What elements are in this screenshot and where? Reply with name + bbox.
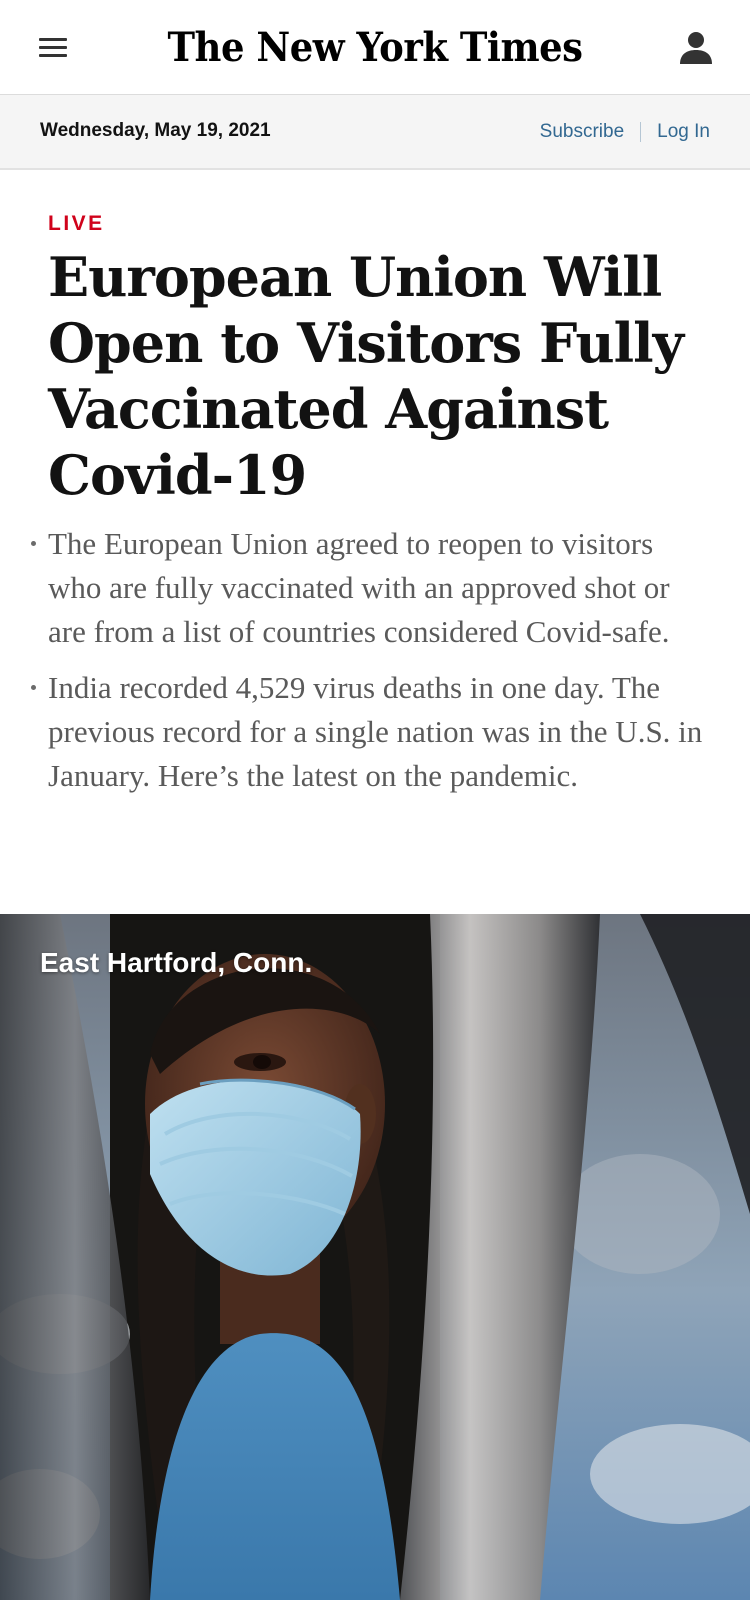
nyt-logo[interactable]: The New York Times (0, 20, 750, 74)
article-summary-list: The European Union agreed to reopen to v… (31, 522, 708, 810)
article-headline[interactable]: European Union Will Open to Visitors Ful… (48, 244, 708, 508)
summary-item[interactable]: The European Union agreed to reopen to v… (31, 522, 708, 654)
bullet-icon (31, 541, 36, 546)
current-date: Wednesday, May 19, 2021 (40, 120, 271, 141)
summary-item-text: The European Union agreed to reopen to v… (48, 526, 670, 649)
subscribe-link[interactable]: Subscribe (540, 118, 625, 146)
account-links: Subscribe Log In (540, 118, 710, 146)
login-link[interactable]: Log In (657, 118, 710, 146)
masthead: The New York Times (0, 0, 750, 95)
hero-photo-illustration (0, 914, 750, 1600)
bullet-icon (31, 685, 36, 690)
link-divider (640, 122, 642, 142)
summary-item-text: India recorded 4,529 virus deaths in one… (48, 670, 703, 793)
summary-item[interactable]: India recorded 4,529 virus deaths in one… (31, 666, 708, 798)
hero-photo[interactable]: East Hartford, Conn. (0, 914, 750, 1600)
photo-caption: East Hartford, Conn. (40, 947, 313, 978)
user-account-icon[interactable] (676, 28, 716, 68)
live-badge: LIVE (48, 212, 105, 235)
date-bar: Wednesday, May 19, 2021 Subscribe Log In (0, 95, 750, 170)
